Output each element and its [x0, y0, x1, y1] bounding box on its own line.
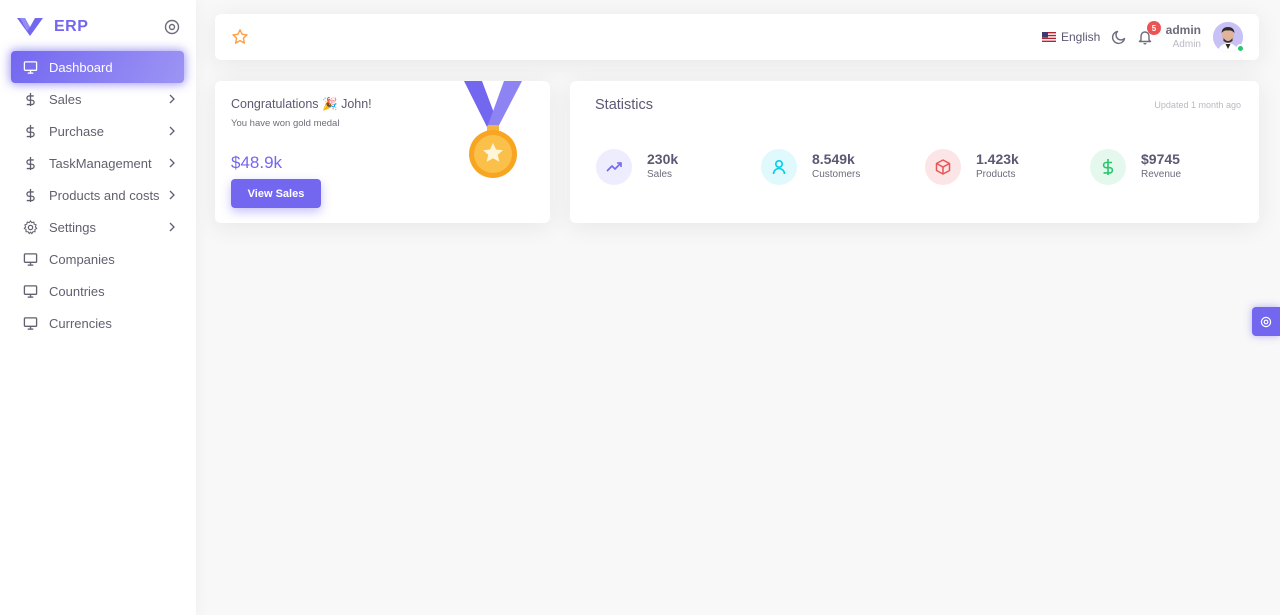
us-flag-icon [1042, 32, 1056, 42]
sidebar-item-companies[interactable]: Companies [11, 243, 184, 275]
monitor-icon [22, 251, 38, 267]
statistics-title: Statistics [595, 97, 654, 113]
brand-logo-icon [17, 18, 43, 36]
sidebar-item-products-and-costs[interactable]: Products and costs [11, 179, 184, 211]
online-status-dot [1236, 44, 1245, 53]
stat-value: 8.549k [812, 151, 855, 167]
sidebar-item-countries[interactable]: Countries [11, 275, 184, 307]
stat-products: 1.423k Products [925, 149, 1085, 185]
stat-label: Sales [647, 169, 673, 180]
sidebar-item-label: Currencies [49, 315, 112, 331]
sidebar-item-dashboard[interactable]: Dashboard [11, 51, 184, 83]
top-navbar: English 5 admin Admin [215, 14, 1259, 60]
chevron-right-icon [169, 94, 175, 104]
stat-revenue: $9745 Revenue [1090, 149, 1250, 185]
monitor-icon [22, 59, 38, 75]
user-icon [761, 149, 797, 185]
user-role: Admin [1172, 39, 1201, 50]
stat-label: Customers [812, 169, 861, 180]
sidebar-item-label: Products and costs [49, 187, 160, 203]
sidebar-item-label: Sales [49, 91, 82, 107]
sidebar-toggle-icon[interactable] [164, 19, 180, 35]
dollar-icon [22, 123, 38, 139]
sidebar-item-label: Countries [49, 283, 105, 299]
sidebar: ERP Dashboard Sales Purchase TaskManagem… [0, 0, 196, 615]
stat-customers: 8.549k Customers [761, 149, 921, 185]
chevron-right-icon [169, 126, 175, 136]
gear-icon [22, 219, 38, 235]
sidebar-menu: Dashboard Sales Purchase TaskManagement [0, 51, 196, 339]
sidebar-item-label: TaskManagement [49, 155, 152, 171]
monitor-icon [22, 315, 38, 331]
notification-badge: 5 [1147, 21, 1161, 35]
congrats-amount: $48.9k [231, 153, 283, 172]
language-selector[interactable]: English [1042, 30, 1100, 44]
dollar-icon [22, 155, 38, 171]
moon-icon[interactable] [1111, 29, 1127, 45]
stat-value: 1.423k [976, 151, 1019, 167]
sidebar-item-label: Purchase [49, 123, 104, 139]
dollar-icon [22, 91, 38, 107]
gold-medal-icon [464, 81, 522, 178]
stat-sales: 230k Sales [596, 149, 756, 185]
settings-circle-icon [1260, 316, 1272, 327]
monitor-icon [22, 283, 38, 299]
statistics-card: Statistics Updated 1 month ago 230k Sale… [570, 81, 1259, 223]
language-label: English [1061, 30, 1101, 44]
user-name[interactable]: admin [1166, 23, 1201, 37]
customizer-toggle-button[interactable] [1252, 307, 1280, 336]
sidebar-item-currencies[interactable]: Currencies [11, 307, 184, 339]
congrats-title: Congratulations 🎉 John! [231, 97, 372, 111]
statistics-updated: Updated 1 month ago [1154, 100, 1241, 110]
sidebar-item-purchase[interactable]: Purchase [11, 115, 184, 147]
brand[interactable]: ERP [16, 14, 88, 40]
stat-label: Revenue [1141, 169, 1182, 180]
sidebar-item-settings[interactable]: Settings [11, 211, 184, 243]
sidebar-item-label: Settings [49, 219, 96, 235]
stat-label: Products [976, 169, 1016, 180]
sidebar-item-taskmanagement[interactable]: TaskManagement [11, 147, 184, 179]
congrats-subtitle: You have won gold medal [231, 118, 340, 129]
brand-name: ERP [54, 18, 89, 35]
trending-up-icon [596, 149, 632, 185]
sidebar-item-sales[interactable]: Sales [11, 83, 184, 115]
dollar-icon [22, 187, 38, 203]
box-icon [925, 149, 961, 185]
sidebar-item-label: Companies [49, 251, 115, 267]
dollar-icon [1090, 149, 1126, 185]
stat-value: 230k [647, 151, 679, 167]
chevron-right-icon [169, 158, 175, 168]
chevron-right-icon [169, 190, 175, 200]
sidebar-item-label: Dashboard [49, 59, 113, 75]
star-bookmark-icon[interactable] [231, 28, 249, 46]
stat-value: $9745 [1141, 151, 1180, 167]
chevron-right-icon [169, 222, 175, 232]
congratulations-card: Congratulations 🎉 John! You have won gol… [215, 81, 550, 223]
view-sales-button[interactable]: View Sales [231, 179, 321, 208]
